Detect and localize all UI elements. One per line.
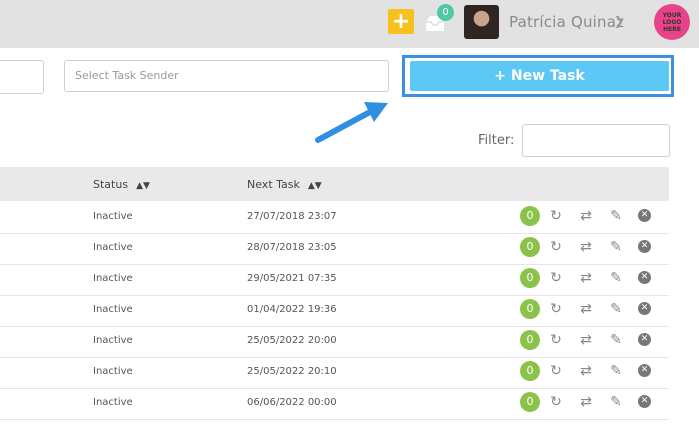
sort-icon[interactable]: ▲▼ [308,181,322,191]
status-cell: Inactive [93,335,133,346]
column-next-task[interactable]: Next Task ▲▼ [247,178,322,191]
table-row[interactable]: Inactive 27/07/2018 23:07 0 ↻ ⇄ ✎ ✕ [0,202,669,234]
table-row[interactable]: Inactive 25/05/2022 20:00 0 ↻ ⇄ ✎ ✕ [0,326,669,358]
next-task-cell: 27/07/2018 23:07 [247,211,337,222]
sync-icon[interactable]: ⇄ [577,300,595,318]
edit-icon[interactable]: ✎ [607,393,625,411]
next-task-cell: 25/05/2022 20:00 [247,335,337,346]
next-task-cell: 28/07/2018 23:05 [247,242,337,253]
delete-icon[interactable]: ✕ [638,240,651,253]
edit-icon[interactable]: ✎ [607,331,625,349]
restart-icon[interactable]: ↻ [547,238,565,256]
table-header: Status ▲▼ Next Task ▲▼ [0,167,669,201]
edit-icon[interactable]: ✎ [607,238,625,256]
restart-icon[interactable]: ↻ [547,300,565,318]
table-row[interactable]: Inactive 28/07/2018 23:05 0 ↻ ⇄ ✎ ✕ [0,233,669,265]
logo-line: LOGO [662,18,682,26]
delete-icon[interactable]: ✕ [638,209,651,222]
next-task-cell: 06/06/2022 00:00 [247,397,337,408]
edit-icon[interactable]: ✎ [607,207,625,225]
sync-icon[interactable]: ⇄ [577,238,595,256]
sync-icon[interactable]: ⇄ [577,269,595,287]
search-input[interactable] [0,60,44,94]
company-logo: YOUR LOGO HERE [654,4,690,40]
logo-line: YOUR [662,11,682,19]
chevron-down-icon[interactable]: ❯ [614,14,624,28]
user-name[interactable]: Patrícia Quinaz [509,13,624,31]
column-status-label: Status [93,178,129,191]
new-task-button[interactable]: + New Task [410,61,669,91]
delete-icon[interactable]: ✕ [638,364,651,377]
sort-icon[interactable]: ▲▼ [136,181,150,191]
task-count-badge: 0 [520,330,540,350]
column-next-task-label: Next Task [247,178,300,191]
sync-icon[interactable]: ⇄ [577,393,595,411]
next-task-cell: 29/05/2021 07:35 [247,273,337,284]
logo-line: HERE [663,25,681,33]
status-cell: Inactive [93,366,133,377]
status-cell: Inactive [93,304,133,315]
filter-input[interactable] [522,124,670,157]
status-cell: Inactive [93,211,133,222]
inbox-count-badge: 0 [437,4,454,21]
table-row[interactable]: Inactive 25/05/2022 20:10 0 ↻ ⇄ ✎ ✕ [0,357,669,389]
task-count-badge: 0 [520,299,540,319]
edit-icon[interactable]: ✎ [607,269,625,287]
sync-icon[interactable]: ⇄ [577,331,595,349]
avatar[interactable] [464,5,499,39]
table-row[interactable]: Inactive 01/04/2022 19:36 0 ↻ ⇄ ✎ ✕ [0,295,669,327]
table-row[interactable]: Inactive 06/06/2022 00:00 0 ↻ ⇄ ✎ ✕ [0,388,669,420]
task-sender-select[interactable]: Select Task Sender [64,60,389,92]
next-task-cell: 25/05/2022 20:10 [247,366,337,377]
restart-icon[interactable]: ↻ [547,269,565,287]
task-count-badge: 0 [520,206,540,226]
edit-icon[interactable]: ✎ [607,362,625,380]
next-task-cell: 01/04/2022 19:36 [247,304,337,315]
edit-icon[interactable]: ✎ [607,300,625,318]
sync-icon[interactable]: ⇄ [577,207,595,225]
restart-icon[interactable]: ↻ [547,207,565,225]
quick-add-button[interactable]: + [388,9,414,34]
table-row[interactable]: Inactive 29/05/2021 07:35 0 ↻ ⇄ ✎ ✕ [0,264,669,296]
sync-icon[interactable]: ⇄ [577,362,595,380]
restart-icon[interactable]: ↻ [547,393,565,411]
delete-icon[interactable]: ✕ [638,395,651,408]
status-cell: Inactive [93,242,133,253]
task-count-badge: 0 [520,237,540,257]
top-bar: + 0 Patrícia Quinaz ❯ YOUR LOGO HERE [0,0,699,48]
task-count-badge: 0 [520,392,540,412]
status-cell: Inactive [93,397,133,408]
task-count-badge: 0 [520,268,540,288]
column-status[interactable]: Status ▲▼ [93,178,150,191]
delete-icon[interactable]: ✕ [638,302,651,315]
pointer-arrow-icon [315,102,388,143]
delete-icon[interactable]: ✕ [638,271,651,284]
restart-icon[interactable]: ↻ [547,331,565,349]
restart-icon[interactable]: ↻ [547,362,565,380]
task-count-badge: 0 [520,361,540,381]
status-cell: Inactive [93,273,133,284]
delete-icon[interactable]: ✕ [638,333,651,346]
filter-label: Filter: [478,133,515,148]
